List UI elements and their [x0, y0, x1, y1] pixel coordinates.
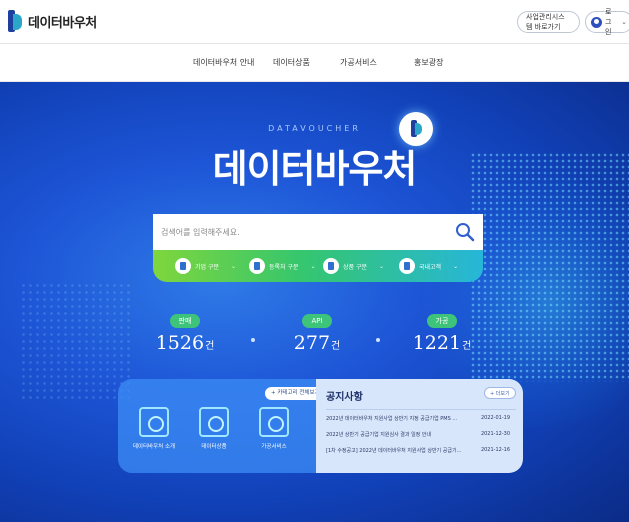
stat-separator: [376, 338, 380, 342]
search-input[interactable]: [153, 214, 443, 250]
nav-item-products[interactable]: 데이터상품: [273, 57, 310, 68]
hero-section: DATAVOUCHER 데이터바우처 기업 구분 ⌄ 등록처 구분 ⌄ 상품 구…: [0, 82, 629, 522]
hero-title: 데이터바우처: [212, 147, 418, 191]
category-label: 데이터상품: [201, 444, 227, 450]
user-icon: [591, 16, 602, 28]
globe-icon: [399, 258, 415, 274]
filter-label: 상품 구분: [343, 263, 367, 271]
stat-label: 가공: [426, 314, 458, 328]
divider: [326, 409, 516, 410]
bottom-panel: + 카테고리 전체보기 데이터바우처 소개 데이터상품 가공서비스 공지사항 +…: [118, 379, 523, 473]
filter-label: 등록처 구분: [269, 263, 299, 271]
gear-icon: [259, 407, 289, 437]
notice-item[interactable]: [1차 수정공고] 2022년 데이터바우처 지원사업 상반기 공급기... 2…: [326, 447, 516, 457]
filter-domestic[interactable]: 국내고객 ⌄: [399, 257, 458, 275]
hero-logo-badge-icon: [399, 112, 433, 146]
notice-text: 2022년 데이터바우처 지원사업 상반기 지정 공급기업 PMS ...: [326, 416, 458, 422]
registry-icon: [249, 258, 265, 274]
hero-subtitle: DATAVOUCHER: [268, 124, 361, 133]
stat-value: 277건: [293, 332, 341, 354]
notice-item[interactable]: 2022년 상반기 공급기업 지원심사 결과 일정 안내 2021-12-30: [326, 431, 516, 441]
nav-item-promotion[interactable]: 홍보광장: [414, 57, 443, 68]
category-label: 가공서비스: [261, 444, 287, 450]
site-logo[interactable]: 데이터바우처: [8, 10, 97, 32]
main-nav: 데이터바우처 안내 데이터상품 가공서비스 홍보광장: [0, 44, 629, 82]
notice-text: 2022년 상반기 공급기업 지원심사 결과 일정 안내: [326, 432, 432, 438]
notice-more-button[interactable]: + 더보기: [484, 387, 516, 399]
notice-date: 2021-12-30: [480, 431, 510, 437]
category-item-products[interactable]: 데이터상품: [186, 407, 242, 450]
search-filter-bar: 기업 구분 ⌄ 등록처 구분 ⌄ 상품 구분 ⌄ 국내고객 ⌄: [153, 250, 483, 282]
search-icon: [456, 223, 475, 242]
logo-icon: [8, 10, 22, 32]
search-button[interactable]: [453, 220, 477, 244]
logo-text: 데이터바우처: [28, 15, 97, 31]
filter-company-type[interactable]: 기업 구분 ⌄: [175, 257, 236, 275]
chevron-down-icon: ⌄: [231, 262, 237, 270]
notice-text: [1차 수정공고] 2022년 데이터바우처 지원사업 상반기 공급기...: [326, 448, 462, 454]
category-panel: + 카테고리 전체보기 데이터바우처 소개 데이터상품 가공서비스: [118, 379, 326, 473]
filter-label: 국내고객: [419, 263, 442, 271]
category-item-processing[interactable]: 가공서비스: [246, 407, 302, 450]
category-label: 데이터바우처 소개: [132, 444, 176, 450]
notice-panel: 공지사항 + 더보기 2022년 데이터바우처 지원사업 상반기 지정 공급기업…: [316, 379, 523, 473]
product-icon: [323, 258, 339, 274]
chevron-down-icon: ⌄: [621, 18, 627, 26]
top-header: 데이터바우처 사업관리시스템 바로가기 로그인 ⌄: [0, 0, 629, 44]
notice-title: 공지사항: [326, 392, 363, 403]
stat-sales: 판매 1526건: [140, 308, 230, 354]
filter-product-type[interactable]: 상품 구분 ⌄: [323, 257, 384, 275]
notice-date: 2021-12-16: [480, 447, 510, 453]
stat-processing: 가공 1221건: [397, 308, 487, 354]
stat-value: 1221건: [412, 332, 472, 354]
stat-separator: [251, 338, 255, 342]
filter-registry-type[interactable]: 등록처 구분 ⌄: [249, 257, 316, 275]
monitor-icon: [139, 407, 169, 437]
chevron-down-icon: ⌄: [310, 262, 316, 270]
stat-api: API 277건: [272, 308, 362, 354]
chevron-down-icon: ⌄: [379, 262, 385, 270]
filter-label: 기업 구분: [195, 263, 219, 271]
mgmt-system-button[interactable]: 사업관리시스템 바로가기: [517, 11, 580, 33]
nav-item-processing[interactable]: 가공서비스: [340, 57, 377, 68]
stat-label: API: [302, 314, 332, 328]
notice-item[interactable]: 2022년 데이터바우처 지원사업 상반기 지정 공급기업 PMS ... 20…: [326, 415, 516, 425]
cloud-icon: [199, 407, 229, 437]
stat-label: 판매: [169, 314, 201, 328]
building-icon: [175, 258, 191, 274]
notice-date: 2022-01-19: [480, 415, 510, 421]
category-item-intro[interactable]: 데이터바우처 소개: [126, 407, 182, 450]
nav-item-guide[interactable]: 데이터바우처 안내: [193, 57, 254, 68]
login-button[interactable]: 로그인 ⌄: [585, 8, 629, 36]
search-box: [153, 214, 483, 250]
stat-value: 1526건: [155, 332, 215, 354]
login-label: 로그인: [605, 8, 612, 36]
hero-dot-pattern-left: [20, 282, 130, 402]
chevron-down-icon: ⌄: [453, 262, 459, 270]
